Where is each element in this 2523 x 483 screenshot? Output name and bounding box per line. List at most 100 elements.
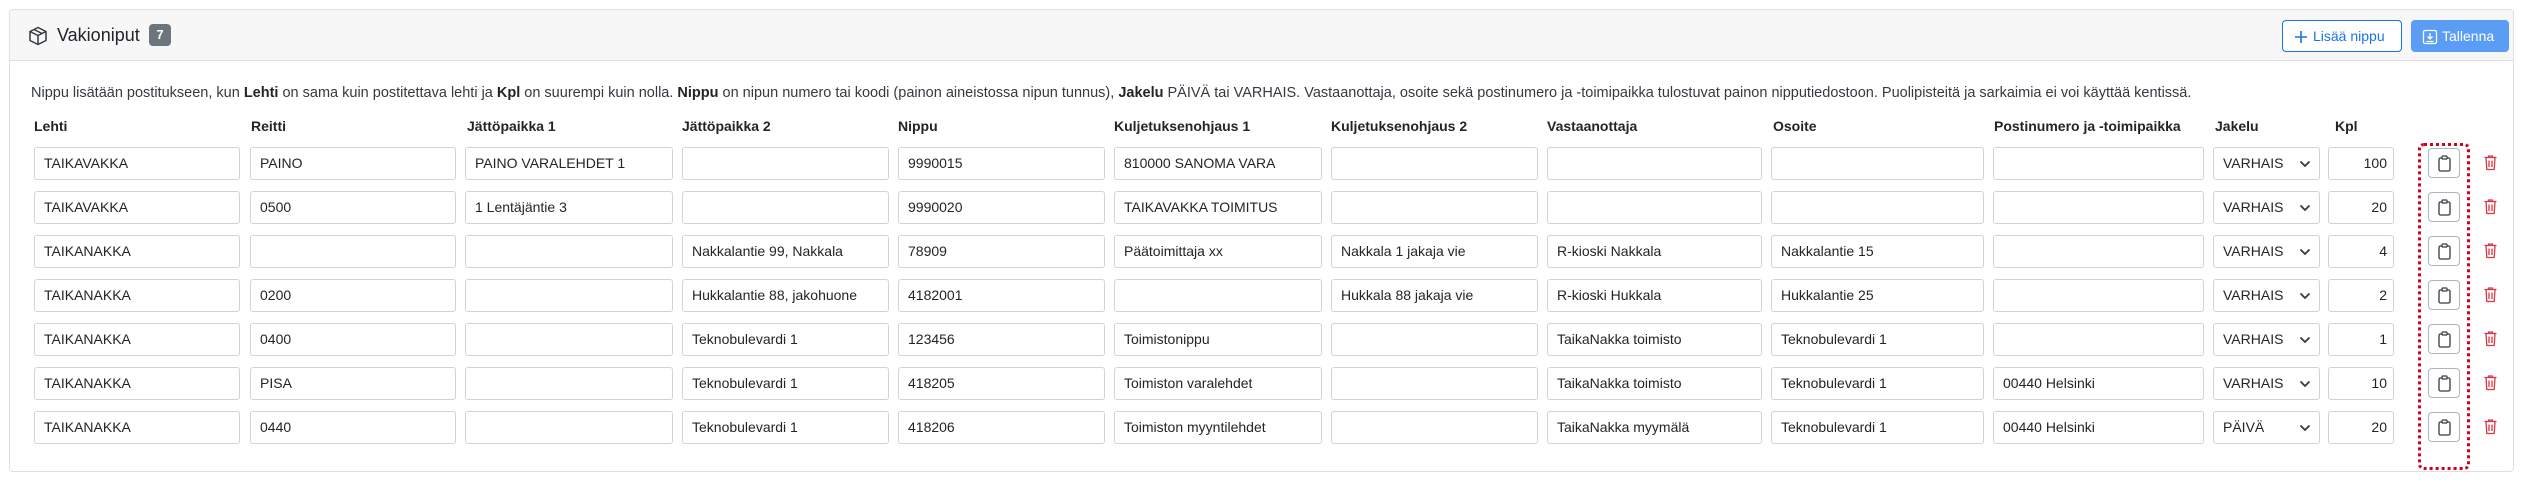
kuljetuksenohjaus-2-input-row-2[interactable]: [1331, 191, 1538, 224]
add-bundle-button[interactable]: Lisää nippu: [2282, 20, 2402, 52]
vastaanottaja-input-row-4[interactable]: R-kioski Hukkala: [1547, 279, 1762, 312]
vastaanottaja-input-row-2[interactable]: [1547, 191, 1762, 224]
copy-row-button[interactable]: [2428, 236, 2460, 266]
delete-row-button[interactable]: [2477, 192, 2505, 222]
kpl-input-row-5[interactable]: 1: [2328, 323, 2394, 356]
vastaanottaja-input-row-1[interactable]: [1547, 147, 1762, 180]
jattopaikka-1-input-row-1[interactable]: PAINO VARALEHDET 1: [465, 147, 673, 180]
reitti-input-row-7[interactable]: 0440: [250, 411, 456, 444]
jakelu-select-row-6[interactable]: VARHAIS: [2213, 367, 2320, 400]
jattopaikka-2-input-row-7[interactable]: Teknobulevardi 1: [682, 411, 889, 444]
jakelu-select-row-5[interactable]: VARHAIS: [2213, 323, 2320, 356]
vastaanottaja-input-row-3[interactable]: R-kioski Nakkala: [1547, 235, 1762, 268]
jattopaikka-1-input-row-7[interactable]: [465, 411, 673, 444]
copy-row-button[interactable]: [2428, 412, 2460, 442]
vastaanottaja-input-row-6[interactable]: TaikaNakka toimisto: [1547, 367, 1762, 400]
copy-row-button[interactable]: [2428, 192, 2460, 222]
kpl-input-row-1[interactable]: 100: [2328, 147, 2394, 180]
kpl-input-row-6[interactable]: 10: [2328, 367, 2394, 400]
copy-row-button[interactable]: [2428, 368, 2460, 398]
kpl-input-row-2[interactable]: 20: [2328, 191, 2394, 224]
lehti-input-row-3[interactable]: TAIKANAKKA: [34, 235, 240, 268]
nippu-input-row-3[interactable]: 78909: [898, 235, 1105, 268]
nippu-input-row-1[interactable]: 9990015: [898, 147, 1105, 180]
lehti-input-row-7[interactable]: TAIKANAKKA: [34, 411, 240, 444]
lehti-input-row-4[interactable]: TAIKANAKKA: [34, 279, 240, 312]
osoite-input-row-1[interactable]: [1771, 147, 1984, 180]
jattopaikka-2-input-row-5[interactable]: Teknobulevardi 1: [682, 323, 889, 356]
copy-row-button[interactable]: [2428, 280, 2460, 310]
jakelu-select-row-3[interactable]: VARHAIS: [2213, 235, 2320, 268]
postinumero-input-row-6[interactable]: 00440 Helsinki: [1993, 367, 2204, 400]
kuljetuksenohjaus-1-input-row-1[interactable]: 810000 SANOMA VARA: [1114, 147, 1322, 180]
nippu-input-row-6[interactable]: 418205: [898, 367, 1105, 400]
delete-row-button[interactable]: [2477, 236, 2505, 266]
delete-row-button[interactable]: [2477, 324, 2505, 354]
osoite-input-row-2[interactable]: [1771, 191, 1984, 224]
kuljetuksenohjaus-1-input-row-7[interactable]: Toimiston myyntilehdet: [1114, 411, 1322, 444]
kpl-input-row-4[interactable]: 2: [2328, 279, 2394, 312]
reitti-input-row-3[interactable]: [250, 235, 456, 268]
postinumero-input-row-3[interactable]: [1993, 235, 2204, 268]
jattopaikka-2-input-row-1[interactable]: [682, 147, 889, 180]
postinumero-input-row-4[interactable]: [1993, 279, 2204, 312]
nippu-input-row-5[interactable]: 123456: [898, 323, 1105, 356]
kuljetuksenohjaus-1-input-row-4[interactable]: [1114, 279, 1322, 312]
kuljetuksenohjaus-1-input-row-6[interactable]: Toimiston varalehdet: [1114, 367, 1322, 400]
reitti-input-row-5[interactable]: 0400: [250, 323, 456, 356]
kuljetuksenohjaus-2-input-row-6[interactable]: [1331, 367, 1538, 400]
nippu-input-row-7[interactable]: 418206: [898, 411, 1105, 444]
save-button[interactable]: Tallenna: [2411, 20, 2509, 52]
reitti-input-row-1[interactable]: PAINO: [250, 147, 456, 180]
postinumero-input-row-1[interactable]: [1993, 147, 2204, 180]
jattopaikka-1-input-row-6[interactable]: [465, 367, 673, 400]
reitti-input-row-6[interactable]: PISA: [250, 367, 456, 400]
osoite-input-row-3[interactable]: Nakkalantie 15: [1771, 235, 1984, 268]
delete-row-button[interactable]: [2477, 280, 2505, 310]
kuljetuksenohjaus-2-input-row-4[interactable]: Hukkala 88 jakaja vie: [1331, 279, 1538, 312]
postinumero-input-row-5[interactable]: [1993, 323, 2204, 356]
vastaanottaja-input-row-5[interactable]: TaikaNakka toimisto: [1547, 323, 1762, 356]
lehti-input-row-6[interactable]: TAIKANAKKA: [34, 367, 240, 400]
kuljetuksenohjaus-2-input-row-3[interactable]: Nakkala 1 jakaja vie: [1331, 235, 1538, 268]
lehti-input-row-5[interactable]: TAIKANAKKA: [34, 323, 240, 356]
jakelu-select-row-4[interactable]: VARHAIS: [2213, 279, 2320, 312]
copy-row-button[interactable]: [2428, 148, 2460, 178]
kuljetuksenohjaus-2-input-row-5[interactable]: [1331, 323, 1538, 356]
jattopaikka-1-input-row-5[interactable]: [465, 323, 673, 356]
jattopaikka-1-input-row-3[interactable]: [465, 235, 673, 268]
lehti-input-row-1[interactable]: TAIKAVAKKA: [34, 147, 240, 180]
kuljetuksenohjaus-1-input-row-3[interactable]: Päätoimittaja xx: [1114, 235, 1322, 268]
kuljetuksenohjaus-2-input-row-7[interactable]: [1331, 411, 1538, 444]
postinumero-input-row-7[interactable]: 00440 Helsinki: [1993, 411, 2204, 444]
vastaanottaja-input-row-7[interactable]: TaikaNakka myymälä: [1547, 411, 1762, 444]
delete-row-button[interactable]: [2477, 412, 2505, 442]
reitti-input-row-4[interactable]: 0200: [250, 279, 456, 312]
jakelu-select-row-2[interactable]: VARHAIS: [2213, 191, 2320, 224]
delete-row-button[interactable]: [2477, 368, 2505, 398]
osoite-input-row-4[interactable]: Hukkalantie 25: [1771, 279, 1984, 312]
kuljetuksenohjaus-2-input-row-1[interactable]: [1331, 147, 1538, 180]
jakelu-select-row-7[interactable]: PÄIVÄ: [2213, 411, 2320, 444]
kuljetuksenohjaus-1-input-row-5[interactable]: Toimistonippu: [1114, 323, 1322, 356]
osoite-input-row-7[interactable]: Teknobulevardi 1: [1771, 411, 1984, 444]
jattopaikka-2-input-row-6[interactable]: Teknobulevardi 1: [682, 367, 889, 400]
kpl-input-row-3[interactable]: 4: [2328, 235, 2394, 268]
jattopaikka-1-input-row-4[interactable]: [465, 279, 673, 312]
reitti-input-row-2[interactable]: 0500: [250, 191, 456, 224]
copy-row-button[interactable]: [2428, 324, 2460, 354]
jattopaikka-2-input-row-3[interactable]: Nakkalantie 99, Nakkala: [682, 235, 889, 268]
osoite-input-row-5[interactable]: Teknobulevardi 1: [1771, 323, 1984, 356]
kuljetuksenohjaus-1-input-row-2[interactable]: TAIKAVAKKA TOIMITUS: [1114, 191, 1322, 224]
jakelu-select-row-1[interactable]: VARHAIS: [2213, 147, 2320, 180]
osoite-input-row-6[interactable]: Teknobulevardi 1: [1771, 367, 1984, 400]
jattopaikka-2-input-row-2[interactable]: [682, 191, 889, 224]
kpl-input-row-7[interactable]: 20: [2328, 411, 2394, 444]
lehti-input-row-2[interactable]: TAIKAVAKKA: [34, 191, 240, 224]
nippu-input-row-2[interactable]: 9990020: [898, 191, 1105, 224]
delete-row-button[interactable]: [2477, 148, 2505, 178]
postinumero-input-row-2[interactable]: [1993, 191, 2204, 224]
nippu-input-row-4[interactable]: 4182001: [898, 279, 1105, 312]
jattopaikka-2-input-row-4[interactable]: Hukkalantie 88, jakohuone: [682, 279, 889, 312]
jattopaikka-1-input-row-2[interactable]: 1 Lentäjäntie 3: [465, 191, 673, 224]
